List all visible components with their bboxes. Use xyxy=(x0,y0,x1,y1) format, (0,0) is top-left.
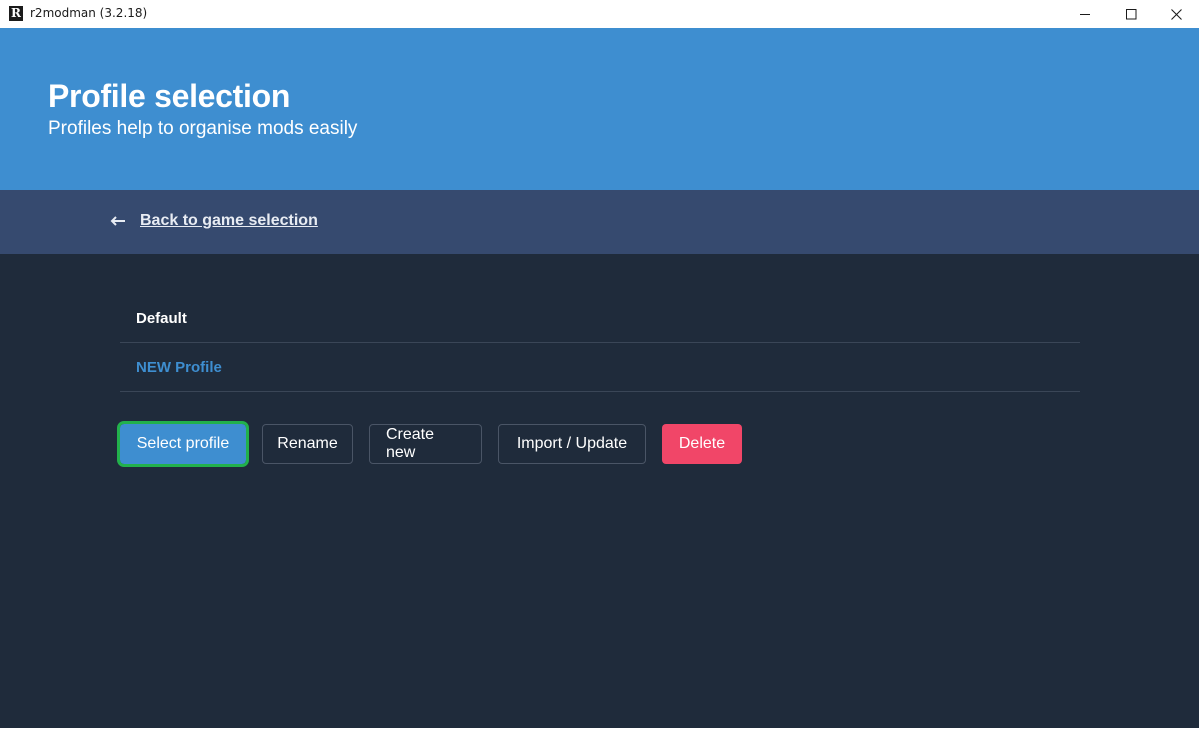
profile-item-default[interactable]: Default xyxy=(120,294,1080,343)
profile-list: Default NEW Profile xyxy=(120,294,1080,392)
hero-header: Profile selection Profiles help to organ… xyxy=(0,28,1199,190)
window-title: r2modman (3.2.18) xyxy=(30,6,148,20)
navigation-bar: Back to game selection xyxy=(0,190,1199,254)
arrow-left-icon xyxy=(110,216,126,226)
profile-name: NEW Profile xyxy=(136,358,222,376)
profile-item-new-profile[interactable]: NEW Profile xyxy=(120,343,1080,392)
window-title-bar: R r2modman (3.2.18) xyxy=(0,0,1199,28)
minimize-icon xyxy=(1079,13,1090,15)
create-new-button[interactable]: Create new xyxy=(369,424,482,464)
select-profile-button[interactable]: Select profile xyxy=(117,421,249,467)
main-content: Default NEW Profile Select profile Renam… xyxy=(0,254,1199,728)
import-update-button[interactable]: Import / Update xyxy=(498,424,646,464)
profile-name: Default xyxy=(136,309,187,327)
back-to-game-selection-link[interactable]: Back to game selection xyxy=(110,212,318,230)
rename-button[interactable]: Rename xyxy=(262,424,353,464)
back-link-label: Back to game selection xyxy=(140,212,318,229)
close-icon xyxy=(1170,8,1182,20)
minimize-button[interactable] xyxy=(1062,0,1108,28)
profile-actions: Select profile Rename Create new Import … xyxy=(117,421,742,467)
maximize-button[interactable] xyxy=(1108,0,1154,28)
close-button[interactable] xyxy=(1153,0,1199,28)
delete-button[interactable]: Delete xyxy=(662,424,742,464)
app-logo-icon: R xyxy=(9,6,23,21)
maximize-icon xyxy=(1125,8,1136,19)
page-subtitle: Profiles help to organise mods easily xyxy=(48,118,358,139)
page-title: Profile selection xyxy=(48,78,291,114)
